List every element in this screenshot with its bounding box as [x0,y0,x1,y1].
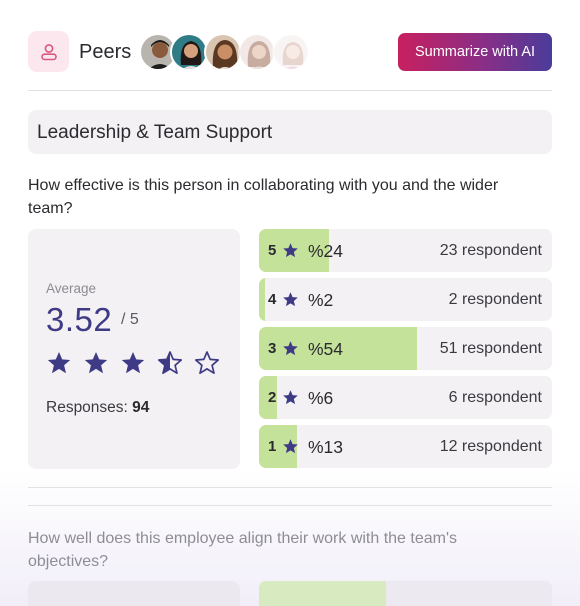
rating-respondent-count: 12 respondent [439,438,542,455]
rating-respondent-count: 23 respondent [439,242,542,259]
section-divider-1 [28,487,552,488]
average-value: 3.52 [46,301,113,338]
star-icon [282,242,299,259]
rating-percent: %54 [308,339,344,359]
rating-stars-value: 1 [268,438,277,455]
average-card: Average 3.52 / 5 Responses: 94 [28,229,240,469]
rating-stars-value: 4 [268,291,277,308]
star-full-icon [120,350,146,376]
question-2-text: How well does this employee align their … [28,530,458,570]
average-label: Average [46,281,97,296]
rating-percent: %24 [308,241,344,261]
rating-stars-value: 3 [268,340,277,357]
rating-row-2: 2 %6 6 respondent [259,376,552,419]
responses-summary: Responses: 94 [46,399,149,417]
question-2-average-card [28,581,240,606]
rating-row-4: 4 %2 2 respondent [259,278,552,321]
summarize-with-ai-button[interactable]: Summarize with AI [398,33,552,71]
average-max: / 5 [121,311,139,328]
star-full-icon [83,350,109,376]
star-half-icon [157,350,183,376]
avatar-person-5[interactable] [272,33,310,71]
star-icon [282,438,299,455]
star-empty-icon [194,350,220,376]
question-2-rating-row [259,581,552,606]
star-icon [282,291,299,308]
section-divider-2 [28,505,552,506]
avatar-person-2[interactable] [170,33,208,71]
rating-bar-fill [259,278,265,321]
star-full-icon [46,350,72,376]
rating-row-3: 3 %54 51 respondent [259,327,552,370]
person-icon [28,31,69,72]
question-2-rating-fill [259,581,386,606]
rating-percent: %6 [308,388,334,408]
header-divider [28,90,552,91]
rating-percent: %2 [308,290,334,310]
rating-percent: %13 [308,437,344,457]
responses-label: Responses: [46,399,133,416]
avatar-person-3[interactable] [204,33,242,71]
rating-row-1: 1 %13 12 respondent [259,425,552,468]
avatar-person-4[interactable] [238,33,276,71]
responses-count: 94 [132,399,150,416]
rating-respondent-count: 51 respondent [439,340,542,357]
rating-respondent-count: 2 respondent [448,291,542,308]
section-title: Leadership & Team Support [28,110,552,154]
rating-respondent-count: 6 respondent [448,389,542,406]
rating-stars-value: 2 [268,389,277,406]
star-icon [282,340,299,357]
peers-header: Peers Summarize with AI [28,31,552,73]
question-1-text: How effective is this person in collabor… [28,177,499,217]
rating-row-5: 5 %24 23 respondent [259,229,552,272]
star-icon [282,389,299,406]
rating-stars-value: 5 [268,242,277,259]
peers-label: Peers [79,41,132,63]
